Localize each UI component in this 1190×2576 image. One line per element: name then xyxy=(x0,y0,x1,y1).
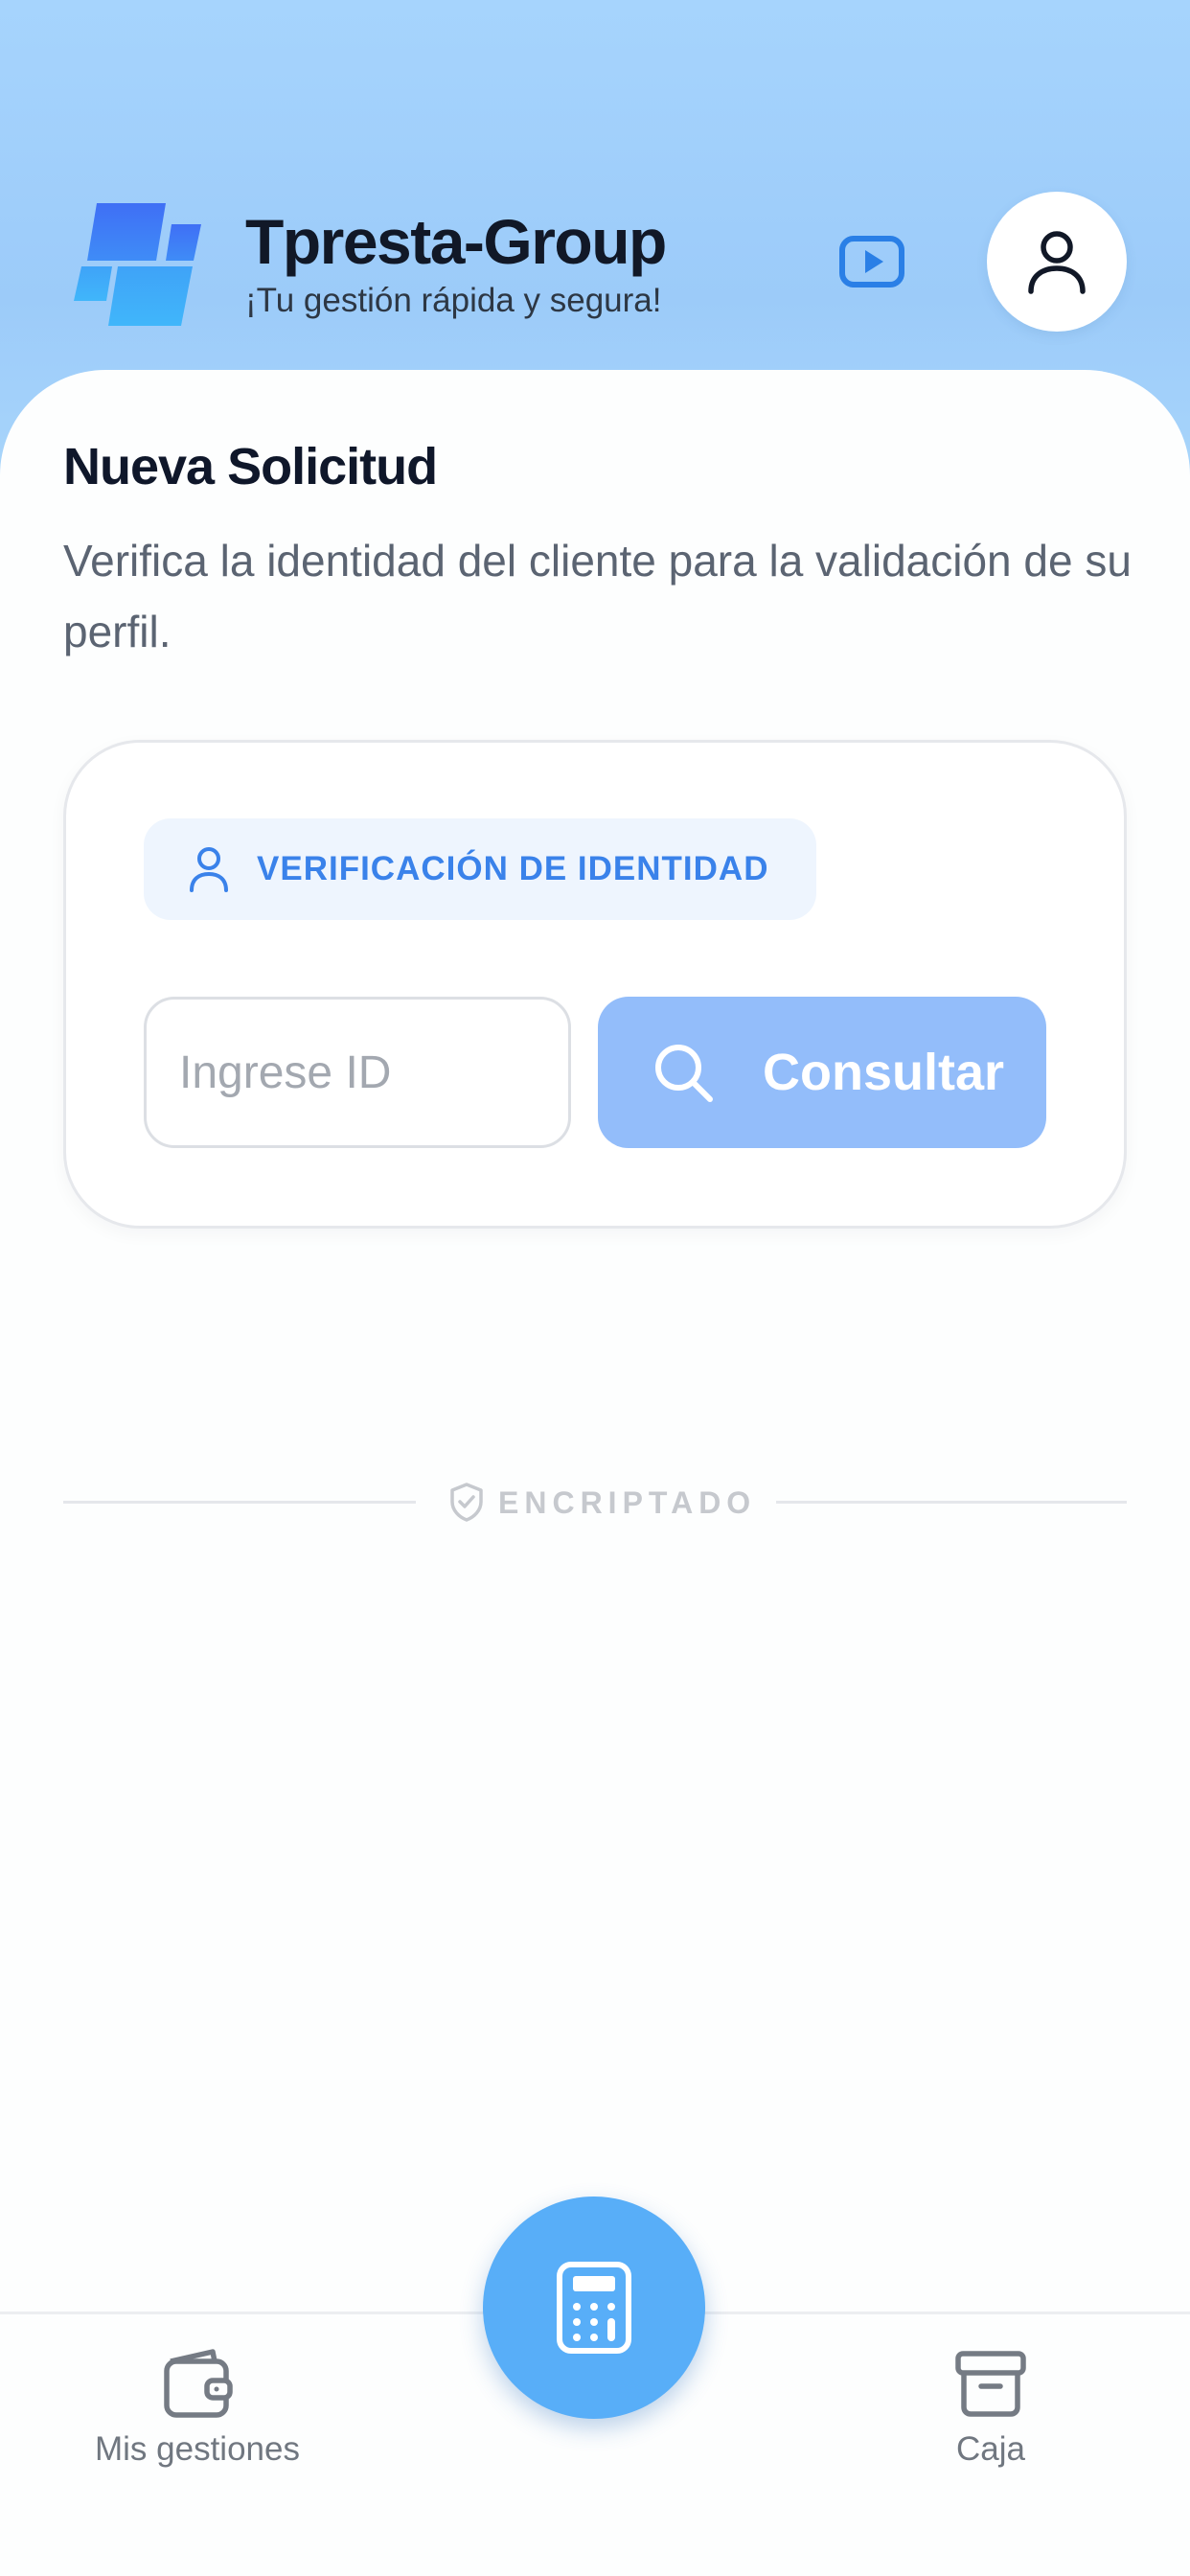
brand-logo-icon xyxy=(74,203,201,326)
archive-box-icon xyxy=(955,2351,1026,2417)
app-title: Tpresta-Group xyxy=(245,206,667,277)
verification-card xyxy=(63,740,1127,1229)
nav-label-caja: Caja xyxy=(956,2430,1025,2468)
app-subtitle: ¡Tu gestión rápida y segura! xyxy=(245,282,662,319)
page-title: Nueva Solicitud xyxy=(63,438,438,495)
youtube-play-icon xyxy=(839,236,904,288)
encrypted-label: ENCRIPTADO xyxy=(498,1485,757,1520)
divider-left xyxy=(63,1501,416,1504)
divider-right xyxy=(776,1501,1127,1504)
page-description: Verifica la identidad del cliente para l… xyxy=(63,536,1132,656)
wallet-icon xyxy=(164,2349,233,2418)
user-icon xyxy=(1028,231,1086,294)
app-screen: Tpresta-Group ¡Tu gestión rápida y segur… xyxy=(0,0,1190,2576)
id-input[interactable] xyxy=(144,997,571,1148)
consult-button[interactable]: Consultar xyxy=(598,997,1046,1148)
identity-verification-badge: VERIFICACIÓN DE IDENTIDAD xyxy=(144,818,816,920)
search-icon xyxy=(655,1045,713,1102)
profile-button[interactable] xyxy=(987,192,1127,332)
video-tutorial-button[interactable] xyxy=(834,230,910,293)
badge-label: VERIFICACIÓN DE IDENTIDAD xyxy=(257,850,769,887)
nav-item-caja[interactable]: Caja xyxy=(847,2333,1134,2505)
calculator-icon xyxy=(557,2262,631,2354)
consult-button-label: Consultar xyxy=(763,1044,1005,1101)
user-icon xyxy=(184,844,234,894)
nav-item-mis-gestiones[interactable]: Mis gestiones xyxy=(54,2333,341,2505)
calculator-fab-button[interactable] xyxy=(483,2196,705,2419)
nav-label-mis-gestiones: Mis gestiones xyxy=(95,2430,300,2468)
shield-check-icon xyxy=(450,1483,483,1522)
